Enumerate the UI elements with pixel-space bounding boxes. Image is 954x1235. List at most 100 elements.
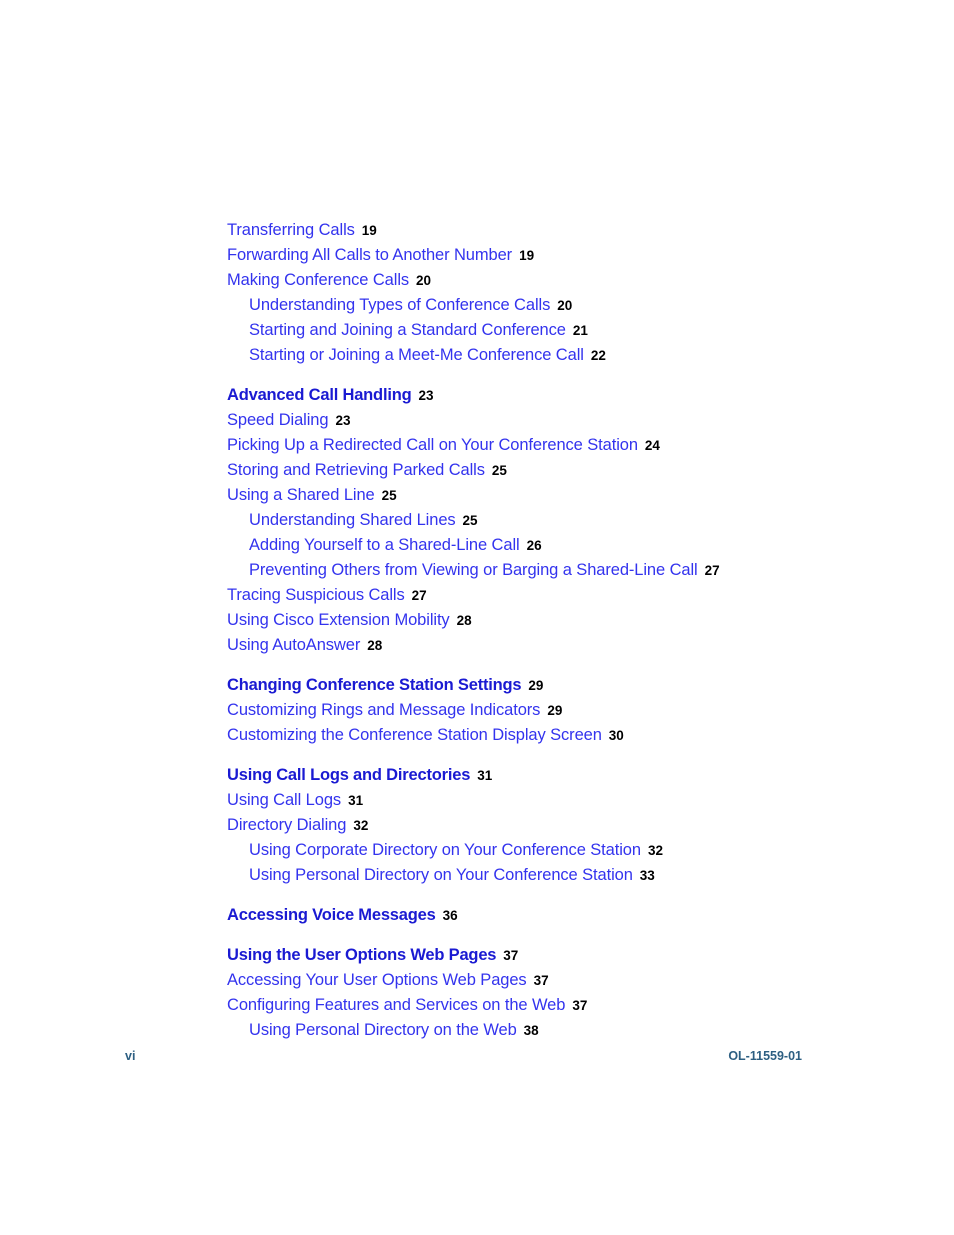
toc-entry[interactable]: Speed Dialing 23 [227, 408, 887, 433]
toc-entry-title: Using Call Logs [227, 791, 342, 809]
toc-entry-page-number: 29 [547, 702, 563, 718]
toc-entry-title: Speed Dialing [227, 411, 329, 429]
toc-entry-title: Using Corporate Directory on Your Confer… [249, 841, 641, 859]
toc-entry-page-number: 25 [381, 487, 397, 503]
toc-entry-page-number: 37 [572, 997, 588, 1013]
toc-entry[interactable]: Using Cisco Extension Mobility 28 [227, 608, 887, 633]
toc-entry[interactable]: Using a Shared Line 25 [227, 483, 887, 508]
toc-entry-title: Accessing Your User Options Web Pages [227, 971, 527, 989]
toc-entry-title: Accessing Voice Messages [227, 906, 436, 924]
toc-entry-title: Using a Shared Line [227, 486, 375, 504]
toc-entry-page-number: 27 [704, 562, 720, 578]
toc-entry-page-number: 21 [572, 322, 588, 338]
toc-entry-page-number: 32 [647, 842, 663, 858]
toc-entry-page-number: 28 [456, 612, 472, 628]
folio-page-number: vi [125, 1049, 136, 1063]
toc-entry[interactable]: Using Call Logs 31 [227, 788, 887, 813]
toc-entry-page-number: 37 [503, 947, 519, 963]
toc-entry[interactable]: Using Personal Directory on Your Confere… [249, 863, 887, 888]
toc-section-heading[interactable]: Using Call Logs and Directories 31 [227, 763, 887, 788]
toc-entry-title: Adding Yourself to a Shared-Line Call [249, 536, 520, 554]
toc-entry-title: Storing and Retrieving Parked Calls [227, 461, 485, 479]
toc-entry-page-number: 31 [477, 767, 493, 783]
toc-section-heading[interactable]: Accessing Voice Messages 36 [227, 903, 887, 928]
toc-entry-title: Transferring Calls [227, 221, 355, 239]
toc-entry-page-number: 36 [442, 907, 458, 923]
toc-entry-title: Changing Conference Station Settings [227, 676, 522, 694]
toc-entry-title: Understanding Types of Conference Calls [249, 296, 551, 314]
toc-entry[interactable]: Using AutoAnswer 28 [227, 633, 887, 658]
toc-entry-page-number: 23 [335, 412, 351, 428]
toc-entry-title: Making Conference Calls [227, 271, 410, 289]
toc-entry-title: Customizing Rings and Message Indicators [227, 701, 541, 719]
toc-entry-page-number: 22 [590, 347, 606, 363]
toc-entry[interactable]: Using Personal Directory on the Web 38 [249, 1018, 887, 1043]
toc-entry-page-number: 30 [608, 727, 624, 743]
toc-entry-title: Directory Dialing [227, 816, 347, 834]
toc-entry-title: Using Personal Directory on the Web [249, 1021, 517, 1039]
toc-entry-page-number: 20 [416, 272, 432, 288]
table-of-contents: Transferring Calls 19 Forwarding All Calls… [227, 218, 887, 1043]
toc-entry[interactable]: Picking Up a Redirected Call on Your Con… [227, 433, 887, 458]
toc-entry-page-number: 20 [557, 297, 573, 313]
toc-entry-title: Preventing Others from Viewing or Bargin… [249, 561, 698, 579]
toc-section-heading[interactable]: Using the User Options Web Pages 37 [227, 943, 887, 968]
page-footer: vi OL-11559-01 [0, 1049, 954, 1073]
toc-entry-title: Customizing the Conference Station Displ… [227, 726, 602, 744]
toc-entry-title: Starting or Joining a Meet-Me Conference… [249, 346, 584, 364]
toc-entry[interactable]: Transferring Calls 19 [227, 218, 887, 243]
toc-entry-page-number: 31 [348, 792, 364, 808]
toc-entry-title: Picking Up a Redirected Call on Your Con… [227, 436, 638, 454]
toc-entry[interactable]: Understanding Shared Lines 25 [249, 508, 887, 533]
toc-entry[interactable]: Configuring Features and Services on the… [227, 993, 887, 1018]
toc-entry-title: Forwarding All Calls to Another Number [227, 246, 513, 264]
toc-entry-title: Using AutoAnswer [227, 636, 361, 654]
toc-section: Advanced Call Handling 23 Speed Dialing 23 P… [227, 383, 887, 658]
toc-entry[interactable]: Tracing Suspicious Calls 27 [227, 583, 887, 608]
toc-entry-title: Using Call Logs and Directories [227, 766, 471, 784]
toc-entry[interactable]: Adding Yourself to a Shared-Line Call 26 [249, 533, 887, 558]
toc-entry[interactable]: Customizing Rings and Message Indicators… [227, 698, 887, 723]
toc-entry-page-number: 38 [523, 1022, 539, 1038]
document-part-number: OL-11559-01 [728, 1049, 802, 1063]
toc-entry-page-number: 28 [367, 637, 383, 653]
toc-section: Changing Conference Station Settings 29 Cu… [227, 673, 887, 748]
toc-entry-title: Understanding Shared Lines [249, 511, 456, 529]
toc-section-heading[interactable]: Advanced Call Handling 23 [227, 383, 887, 408]
toc-entry[interactable]: Customizing the Conference Station Displ… [227, 723, 887, 748]
toc-section: Using the User Options Web Pages 37 Access… [227, 943, 887, 1043]
toc-entry-page-number: 32 [353, 817, 369, 833]
toc-entry-page-number: 24 [644, 437, 660, 453]
toc-entry-title: Using Cisco Extension Mobility [227, 611, 450, 629]
toc-section: Transferring Calls 19 Forwarding All Calls… [227, 218, 887, 368]
toc-entry-page-number: 25 [491, 462, 507, 478]
toc-section-heading[interactable]: Changing Conference Station Settings 29 [227, 673, 887, 698]
toc-entry-page-number: 33 [639, 867, 655, 883]
toc-entry-page-number: 37 [533, 972, 549, 988]
toc-entry-title: Using Personal Directory on Your Confere… [249, 866, 633, 884]
toc-entry-page-number: 25 [462, 512, 478, 528]
document-page: Transferring Calls 19 Forwarding All Calls… [0, 0, 954, 1235]
toc-entry-page-number: 26 [526, 537, 542, 553]
toc-entry-page-number: 27 [411, 587, 427, 603]
toc-entry[interactable]: Accessing Your User Options Web Pages 37 [227, 968, 887, 993]
toc-entry[interactable]: Starting or Joining a Meet-Me Conference… [249, 343, 887, 368]
toc-entry-page-number: 19 [361, 222, 377, 238]
toc-entry[interactable]: Using Corporate Directory on Your Confer… [249, 838, 887, 863]
toc-section: Accessing Voice Messages 36 [227, 903, 887, 928]
toc-entry-title: Configuring Features and Services on the… [227, 996, 566, 1014]
toc-entry-title: Using the User Options Web Pages [227, 946, 497, 964]
toc-entry-page-number: 23 [418, 387, 434, 403]
toc-entry[interactable]: Forwarding All Calls to Another Number 19 [227, 243, 887, 268]
toc-entry-page-number: 29 [528, 677, 544, 693]
toc-entry[interactable]: Storing and Retrieving Parked Calls 25 [227, 458, 887, 483]
toc-entry-title: Starting and Joining a Standard Conferen… [249, 321, 566, 339]
toc-entry[interactable]: Directory Dialing 32 [227, 813, 887, 838]
toc-entry[interactable]: Starting and Joining a Standard Conferen… [249, 318, 887, 343]
toc-entry-title: Tracing Suspicious Calls [227, 586, 405, 604]
toc-entry[interactable]: Making Conference Calls 20 [227, 268, 887, 293]
toc-entry[interactable]: Preventing Others from Viewing or Bargin… [249, 558, 887, 583]
toc-entry-page-number: 19 [519, 247, 535, 263]
toc-section: Using Call Logs and Directories 31 Using C… [227, 763, 887, 888]
toc-entry[interactable]: Understanding Types of Conference Calls 2… [249, 293, 887, 318]
